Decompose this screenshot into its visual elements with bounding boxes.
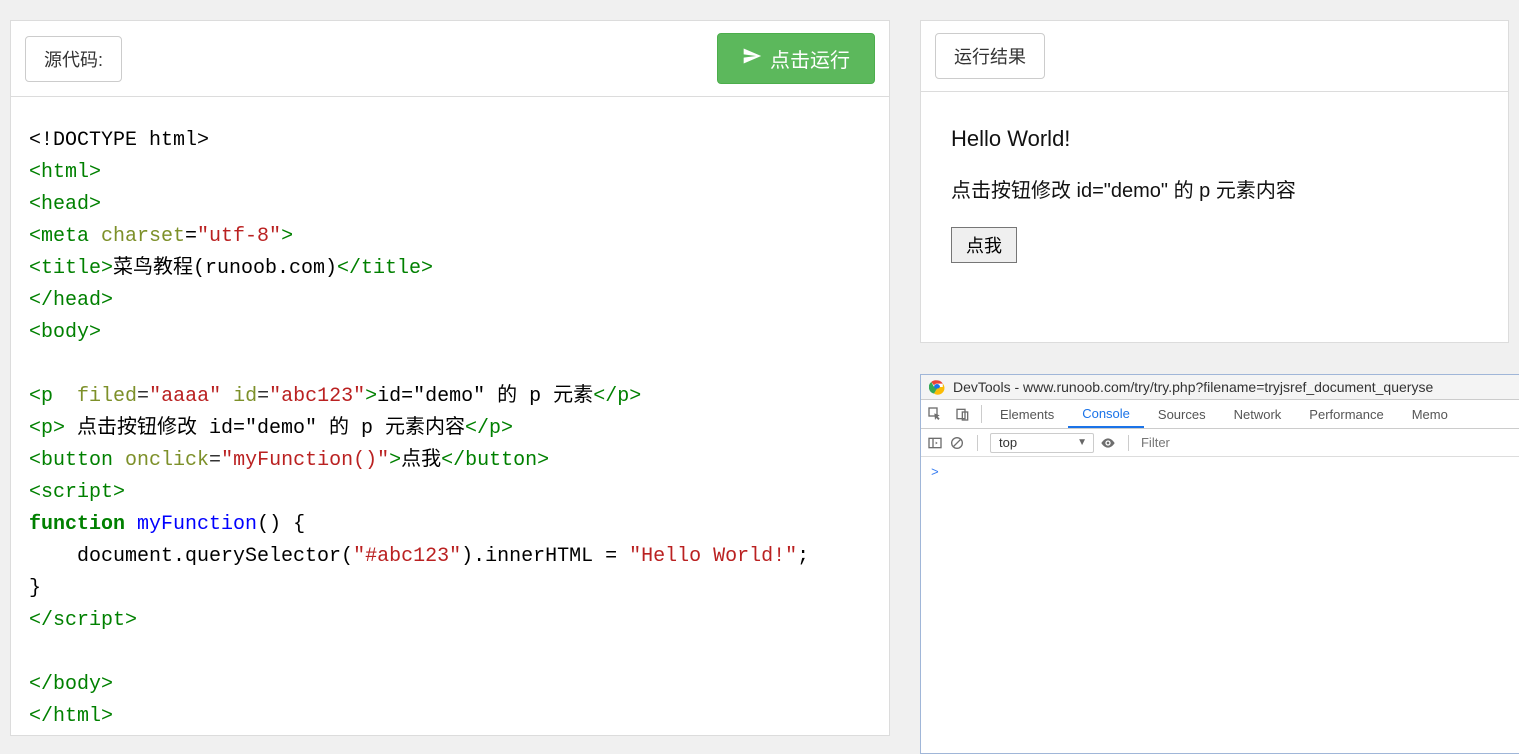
run-button[interactable]: 点击运行: [717, 33, 875, 84]
source-panel-header: 源代码: 点击运行: [10, 20, 890, 96]
result-label-button: 运行结果: [935, 33, 1045, 79]
source-code-editor[interactable]: <!DOCTYPE html> <html> <head> <meta char…: [10, 96, 890, 736]
demo-button[interactable]: 点我: [951, 227, 1017, 263]
clear-console-icon[interactable]: [949, 434, 965, 451]
result-panel-header: 运行结果: [920, 20, 1509, 91]
devtools-title-text: DevTools - www.runoob.com/try/try.php?fi…: [953, 379, 1433, 395]
result-heading: Hello World!: [951, 126, 1478, 152]
paper-plane-icon: [742, 46, 762, 72]
inspect-icon[interactable]: [921, 406, 949, 423]
console-filter-input[interactable]: [1141, 435, 1261, 450]
console-prompt: >: [931, 465, 939, 480]
console-body[interactable]: >: [921, 457, 1519, 486]
execution-context-selector[interactable]: top ▼: [990, 433, 1094, 453]
tab-sources[interactable]: Sources: [1144, 400, 1220, 428]
chrome-icon: [929, 379, 945, 395]
console-toolbar: top ▼: [921, 429, 1519, 457]
devtools-window: DevTools - www.runoob.com/try/try.php?fi…: [920, 374, 1519, 754]
result-paragraph: 点击按钮修改 id="demo" 的 p 元素内容: [951, 174, 1478, 203]
live-expression-icon[interactable]: [1100, 434, 1116, 451]
devtools-tabbar: Elements Console Sources Network Perform…: [921, 400, 1519, 429]
tab-elements[interactable]: Elements: [986, 400, 1068, 428]
run-button-label: 点击运行: [770, 44, 850, 73]
tab-memory[interactable]: Memo: [1398, 400, 1462, 428]
result-output: Hello World! 点击按钮修改 id="demo" 的 p 元素内容 点…: [920, 91, 1509, 343]
sidebar-toggle-icon[interactable]: [927, 434, 943, 451]
tab-network[interactable]: Network: [1220, 400, 1296, 428]
tab-console[interactable]: Console: [1068, 400, 1144, 428]
source-label-button: 源代码:: [25, 36, 122, 82]
devtools-titlebar: DevTools - www.runoob.com/try/try.php?fi…: [921, 375, 1519, 400]
tab-performance[interactable]: Performance: [1295, 400, 1397, 428]
chevron-down-icon: ▼: [1077, 437, 1087, 448]
device-icon[interactable]: [949, 406, 977, 423]
